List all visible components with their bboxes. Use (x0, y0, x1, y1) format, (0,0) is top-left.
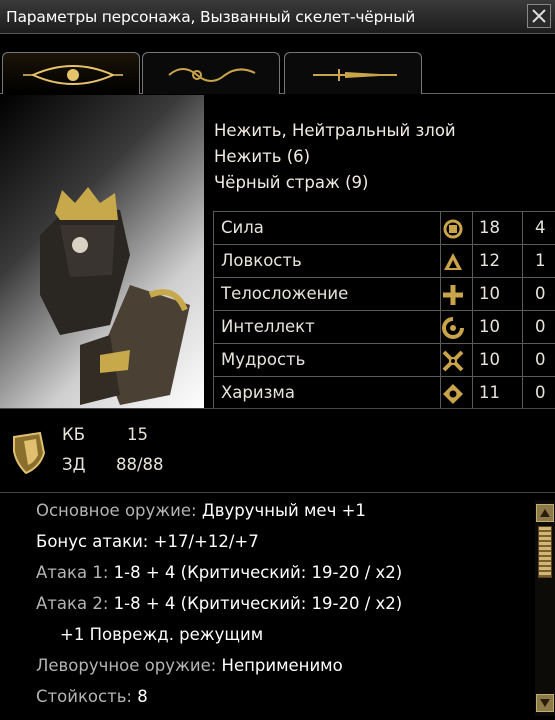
defense-panel: КБ 15 ЗД 88/88 (0, 408, 555, 492)
hit-points-label: ЗД (62, 455, 86, 474)
character-info: Нежить, Нейтральный злой Нежить (6) Чёрн… (214, 118, 456, 196)
charisma-icon (443, 384, 463, 404)
window-title: Параметры персонажа, Вызванный скелет-чё… (6, 8, 416, 26)
arrow-up-icon (540, 509, 550, 517)
stat-name: Харизма (221, 383, 295, 402)
stat-name: Телосложение (221, 284, 349, 303)
tab-weapon[interactable] (284, 52, 422, 94)
stat-name: Сила (221, 218, 264, 237)
arrow-down-icon (540, 699, 550, 707)
tab-character-eye[interactable] (2, 52, 140, 94)
stat-score: 11 (479, 383, 500, 402)
stat-modifier: 4 (535, 218, 546, 237)
tab-bar (0, 46, 555, 94)
attack2-label: Атака 2: (36, 594, 109, 613)
intelligence-icon (442, 317, 464, 339)
dexterity-icon (444, 253, 462, 270)
attack2-value: 1-8 + 4 (Критический: 19-20 / x2) (113, 594, 403, 613)
stat-modifier: 1 (535, 251, 546, 270)
fortitude-line: Стойкость: 8 (36, 687, 148, 706)
hit-points-value: 88/88 (116, 455, 164, 474)
main-weapon-line: Основное оружие: Двуручный меч +1 (36, 501, 366, 520)
dagger-icon (313, 69, 397, 81)
scroll-up-button[interactable] (536, 504, 554, 522)
stat-modifier: 0 (535, 383, 546, 402)
fortitude-value: 8 (137, 687, 148, 706)
stat-name: Мудрость (221, 350, 306, 369)
stat-modifier: 0 (535, 350, 546, 369)
attack-bonus-value: +17/+12/+7 (153, 532, 259, 551)
details-scrollbar[interactable] (535, 500, 555, 716)
stat-modifier: 0 (535, 284, 546, 303)
stat-score: 18 (479, 218, 500, 237)
shield-icon (13, 431, 46, 475)
offhand-label: Леворучное оружие: (36, 656, 217, 675)
attack1-line: Атака 1: 1-8 + 4 (Критический: 19-20 / x… (36, 563, 402, 582)
second-class-level: Чёрный страж (9) (214, 173, 369, 192)
close-icon (532, 9, 546, 23)
stat-score: 10 (479, 284, 500, 303)
combat-details: Основное оружие: Двуручный меч +1 Бонус … (0, 492, 555, 720)
strength-icon (443, 219, 463, 239)
tab-ornament[interactable] (142, 52, 280, 94)
skeleton-portrait-icon (40, 187, 190, 405)
offhand-value: Неприменимо (221, 656, 343, 675)
attack-bonus-line: Бонус атаки: +17/+12/+7 (36, 532, 259, 551)
armor-class-value: 15 (127, 425, 148, 444)
eye-icon (23, 65, 123, 85)
attack-bonus-label: Бонус атаки: (36, 532, 149, 551)
stat-row-intelligence[interactable]: Интеллект 10 0 (213, 310, 555, 343)
stat-row-constitution[interactable]: Телосложение 10 0 (213, 277, 555, 310)
fortitude-label: Стойкость: (36, 687, 132, 706)
wisdom-icon (442, 350, 464, 372)
attack2-line: Атака 2: 1-8 + 4 (Критический: 19-20 / x… (36, 594, 402, 613)
stat-score: 10 (479, 350, 500, 369)
stat-row-wisdom[interactable]: Мудрость 10 0 (213, 343, 555, 376)
main-weapon-label: Основное оружие: (36, 501, 197, 520)
stat-score: 12 (479, 251, 500, 270)
attack1-value: 1-8 + 4 (Критический: 19-20 / x2) (113, 563, 403, 582)
race-alignment: Нежить, Нейтральный злой (214, 121, 456, 140)
stat-row-charisma[interactable]: Харизма 11 0 (213, 376, 555, 409)
stat-row-dexterity[interactable]: Ловкость 12 1 (213, 244, 555, 277)
stat-row-strength[interactable]: Сила 18 4 (213, 211, 555, 244)
main-weapon-value: Двуручный меч +1 (201, 501, 366, 520)
attack1-label: Атака 1: (36, 563, 109, 582)
ability-scores-table: Сила 18 4 Ловкость 12 1 Телосложение 10 … (213, 211, 555, 409)
stat-modifier: 0 (535, 317, 546, 336)
stat-name: Интеллект (221, 317, 315, 336)
armor-class-label: КБ (62, 425, 86, 444)
class-level: Нежить (6) (214, 147, 311, 166)
ornament-icon (168, 68, 256, 82)
damage-bonus-line: +1 Поврежд. режущим (60, 625, 264, 644)
close-button[interactable] (527, 4, 551, 28)
stat-name: Ловкость (221, 251, 302, 270)
scroll-thumb[interactable] (538, 526, 552, 578)
title-bar: Параметры персонажа, Вызванный скелет-чё… (0, 0, 555, 34)
offhand-line: Леворучное оружие: Неприменимо (36, 656, 343, 675)
constitution-icon (443, 285, 463, 305)
scroll-down-button[interactable] (536, 694, 554, 712)
character-portrait (0, 95, 204, 408)
stat-score: 10 (479, 317, 500, 336)
